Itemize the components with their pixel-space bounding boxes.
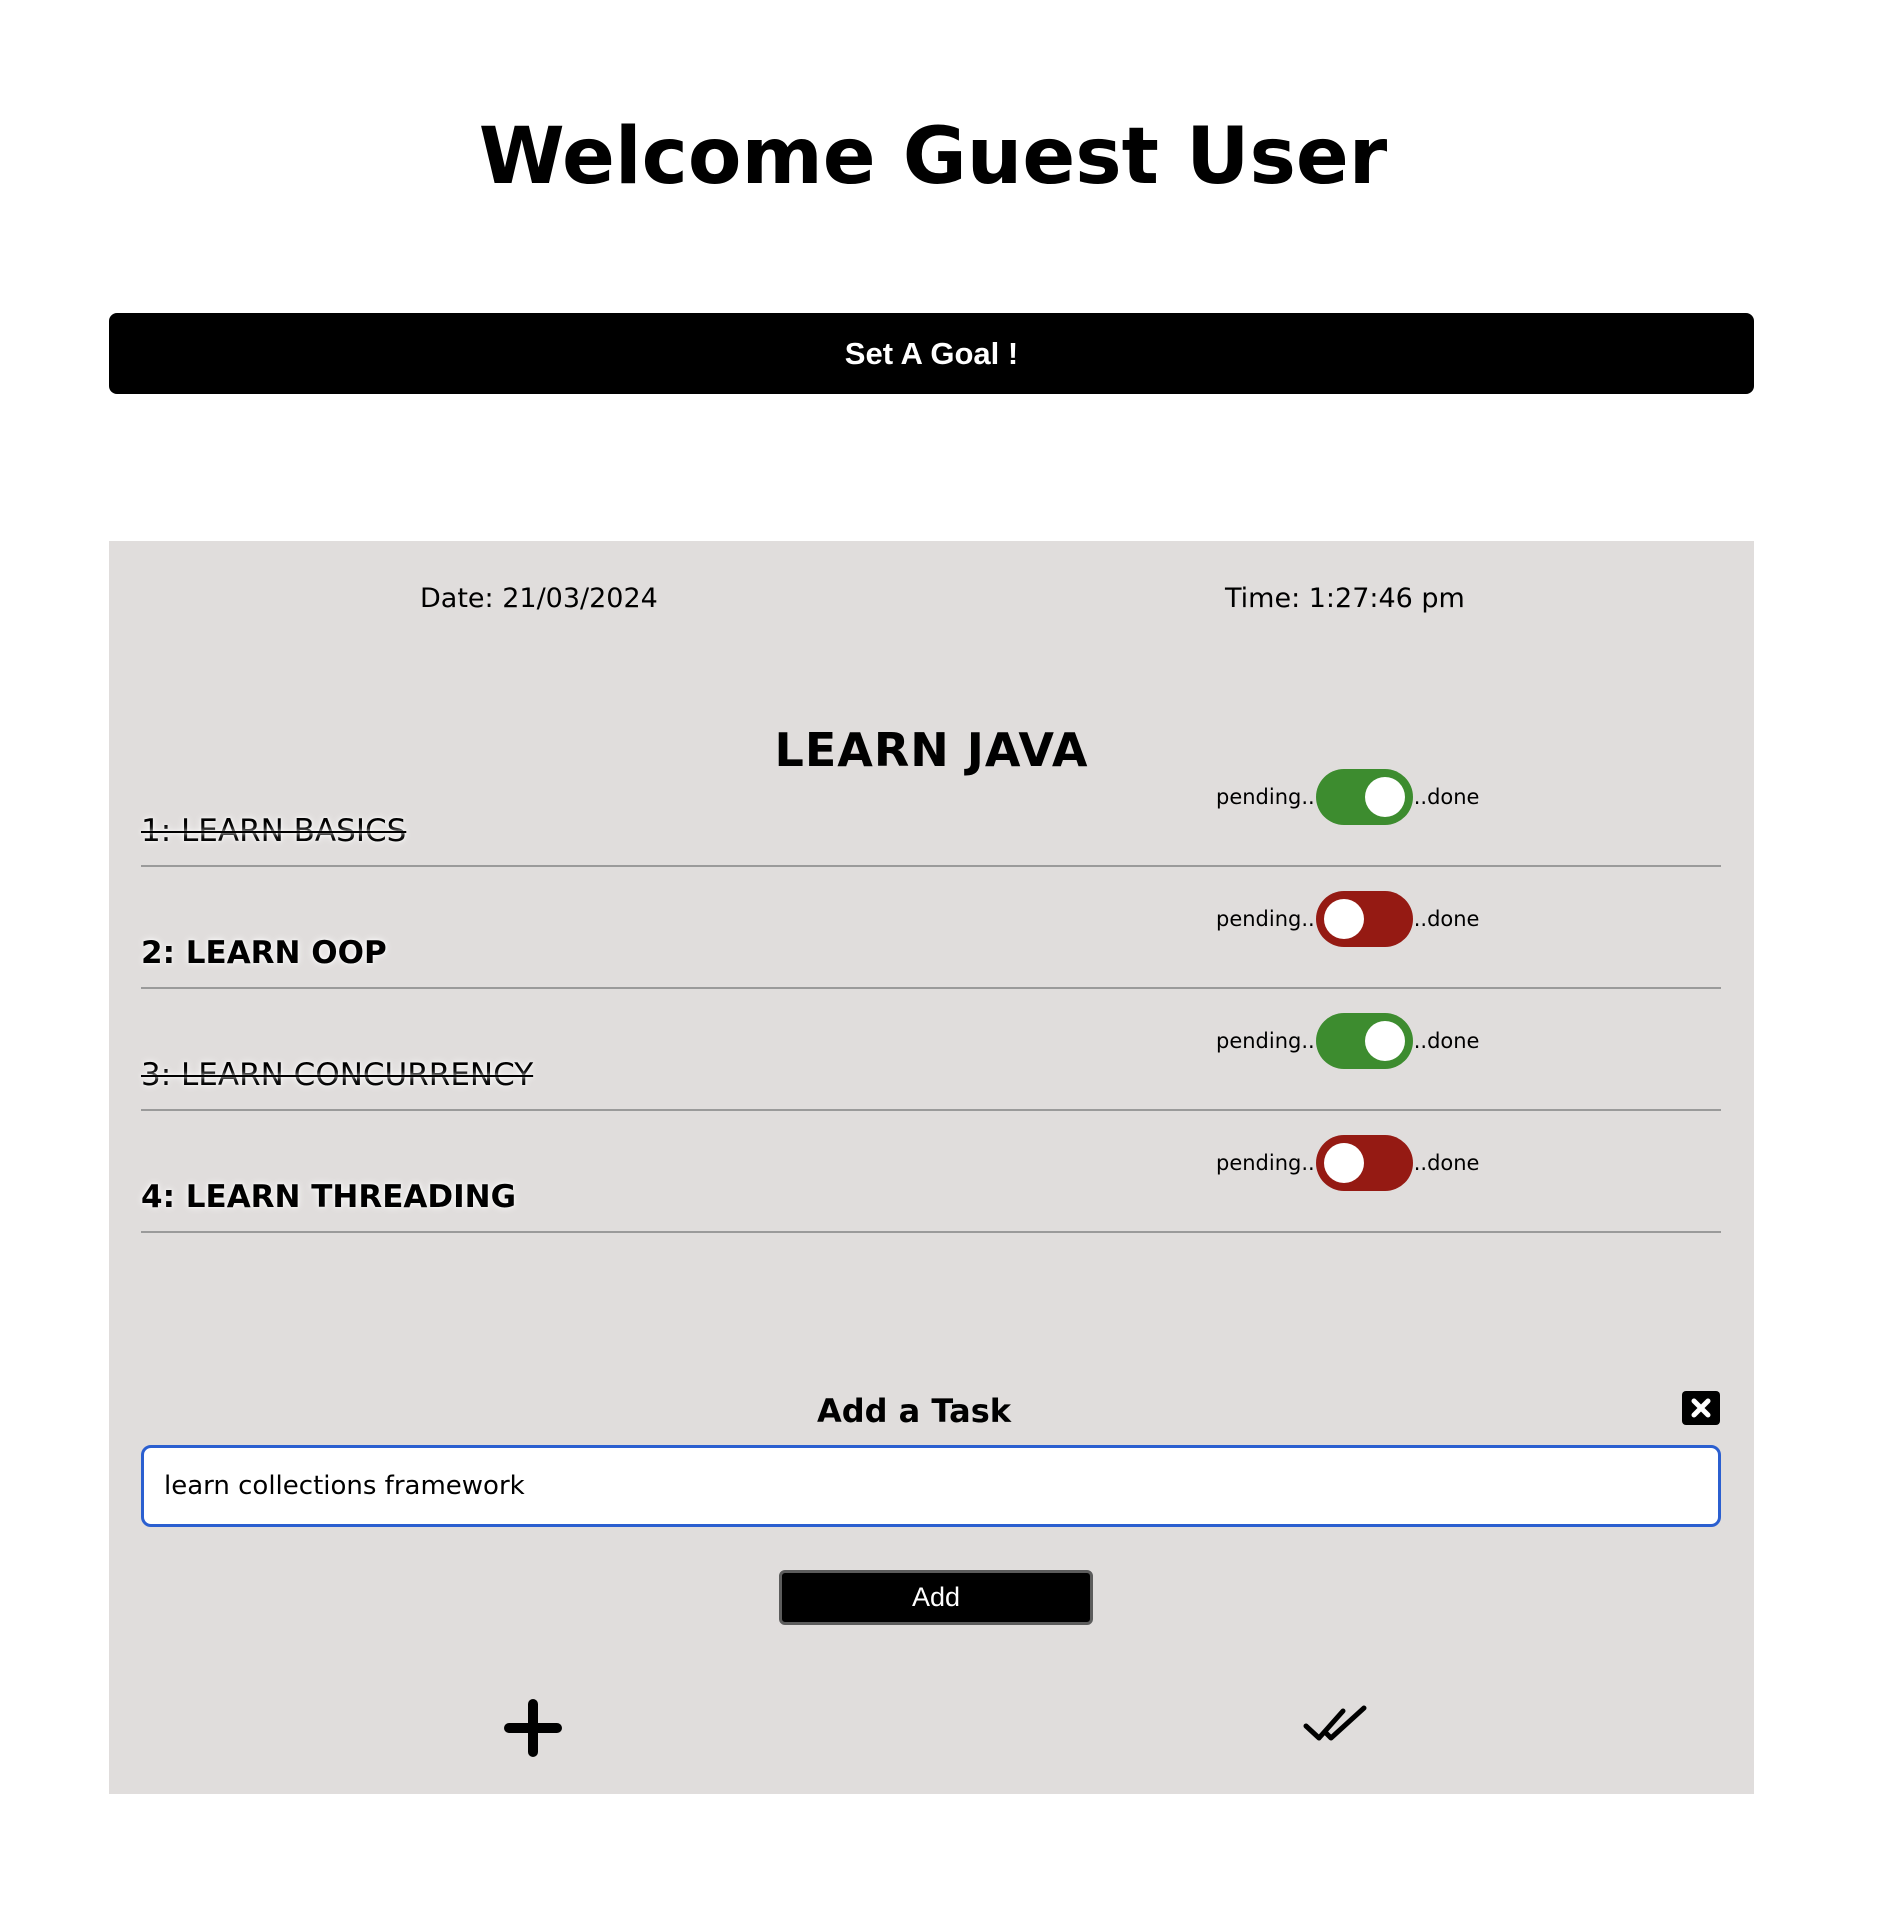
task-label: 3: LEARN CONCURRENCY: [141, 1057, 534, 1093]
page-title: Welcome Guest User: [478, 112, 1388, 202]
toggle-knob: [1364, 1021, 1405, 1061]
pending-label: pending..: [1216, 1029, 1315, 1053]
status-toggle[interactable]: [1315, 1013, 1413, 1069]
goal-panel: Date: 21/03/2024 Time: 1:27:46 pm LEARN …: [109, 541, 1754, 1794]
toggle-knob: [1323, 899, 1364, 939]
done-label: ..done: [1413, 1029, 1480, 1053]
date-display: Date: 21/03/2024: [420, 583, 658, 614]
task-label: 4: LEARN THREADING: [141, 1179, 517, 1215]
toggle-knob: [1323, 1143, 1364, 1183]
plus-icon[interactable]: [504, 1699, 562, 1757]
add-task-title: Add a Task: [816, 1392, 1012, 1430]
status-toggle[interactable]: [1315, 769, 1413, 825]
time-display: Time: 1:27:46 pm: [1225, 583, 1465, 614]
status-toggle[interactable]: [1315, 1135, 1413, 1191]
pending-label: pending..: [1216, 1151, 1315, 1175]
task-label: 1: LEARN BASICS: [141, 813, 407, 849]
task-input[interactable]: [141, 1445, 1721, 1527]
status-toggle-group: pending.. ..done: [1216, 769, 1479, 825]
task-row: 3: LEARN CONCURRENCY pending.. ..done: [141, 987, 1721, 1111]
close-icon: [1691, 1398, 1711, 1418]
task-label: 2: LEARN OOP: [141, 935, 387, 971]
done-label: ..done: [1413, 1151, 1480, 1175]
add-task-button[interactable]: Add: [779, 1570, 1093, 1625]
double-check-icon[interactable]: [1303, 1702, 1367, 1746]
close-add-task-button[interactable]: [1682, 1391, 1720, 1425]
toggle-knob: [1364, 777, 1405, 817]
status-toggle[interactable]: [1315, 891, 1413, 947]
status-toggle-group: pending.. ..done: [1216, 1013, 1479, 1069]
pending-label: pending..: [1216, 785, 1315, 809]
done-label: ..done: [1413, 785, 1480, 809]
task-row: 1: LEARN BASICS pending.. ..done: [141, 743, 1721, 867]
set-goal-button[interactable]: Set A Goal !: [109, 313, 1754, 394]
pending-label: pending..: [1216, 907, 1315, 931]
status-toggle-group: pending.. ..done: [1216, 891, 1479, 947]
status-toggle-group: pending.. ..done: [1216, 1135, 1479, 1191]
task-row: 2: LEARN OOP pending.. ..done: [141, 865, 1721, 989]
done-label: ..done: [1413, 907, 1480, 931]
task-row: 4: LEARN THREADING pending.. ..done: [141, 1109, 1721, 1233]
